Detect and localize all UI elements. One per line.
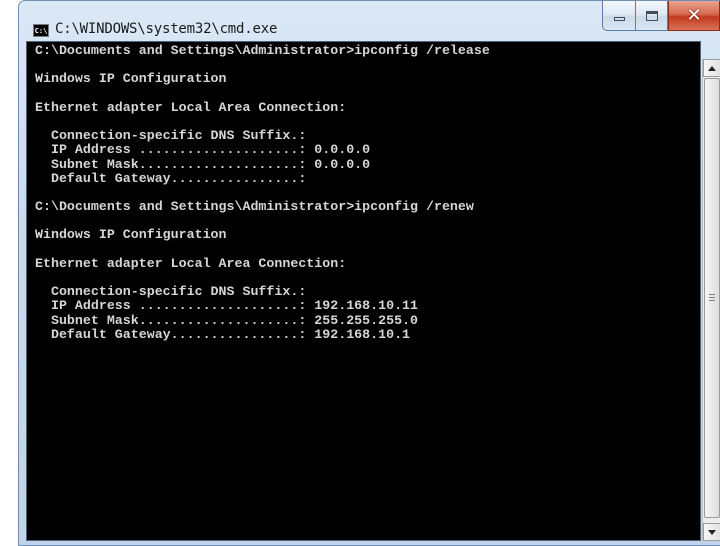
minimize-icon: [613, 16, 625, 21]
console-output[interactable]: C:\Documents and Settings\Administrator>…: [26, 41, 701, 541]
console-text: C:\Documents and Settings\Administrator>…: [35, 43, 490, 342]
console-line: Ethernet adapter Local Area Connection:: [35, 99, 347, 115]
arrow-down-icon: [708, 529, 716, 535]
scroll-up-button[interactable]: [703, 59, 720, 77]
maximize-icon: [645, 10, 658, 21]
maximize-button[interactable]: [635, 1, 668, 31]
console-line: Default Gateway................:: [35, 170, 307, 186]
console-line: C:\Documents and Settings\Administrator>…: [35, 199, 474, 215]
console-line: Connection-specific DNS Suffix.:: [35, 128, 307, 144]
caption-buttons: ✕: [602, 1, 720, 31]
console-line: C:\Documents and Settings\Administrator>…: [35, 43, 490, 58]
scroll-down-button[interactable]: [703, 523, 720, 541]
console-line: IP Address ....................: 0.0.0.0: [35, 142, 371, 158]
title-bar[interactable]: C:\ C:\WINDOWS\system32\cmd.exe ✕: [19, 1, 720, 41]
console-line: Windows IP Configuration: [35, 227, 227, 243]
window-title: C:\WINDOWS\system32\cmd.exe: [55, 21, 278, 37]
arrow-up-icon: [708, 65, 716, 71]
console-line: Subnet Mask....................: 255.255…: [35, 312, 419, 328]
console-line: Connection-specific DNS Suffix.:: [35, 284, 307, 300]
close-button[interactable]: ✕: [668, 1, 720, 31]
cmd-window: C:\ C:\WINDOWS\system32\cmd.exe ✕ C:\Doc…: [18, 0, 720, 546]
close-icon: ✕: [686, 4, 702, 26]
vertical-scrollbar[interactable]: [702, 59, 720, 541]
console-line: Windows IP Configuration: [35, 71, 227, 87]
minimize-button[interactable]: [602, 1, 635, 31]
grip-icon: [709, 294, 715, 301]
console-line: Default Gateway................: 192.168…: [35, 326, 411, 342]
command-prompt-icon[interactable]: C:\: [33, 24, 49, 37]
scrollbar-thumb[interactable]: [704, 78, 720, 518]
console-line: IP Address ....................: 192.168…: [35, 298, 419, 314]
console-line: Subnet Mask....................: 0.0.0.0: [35, 156, 371, 172]
console-line: Ethernet adapter Local Area Connection:: [35, 255, 347, 271]
